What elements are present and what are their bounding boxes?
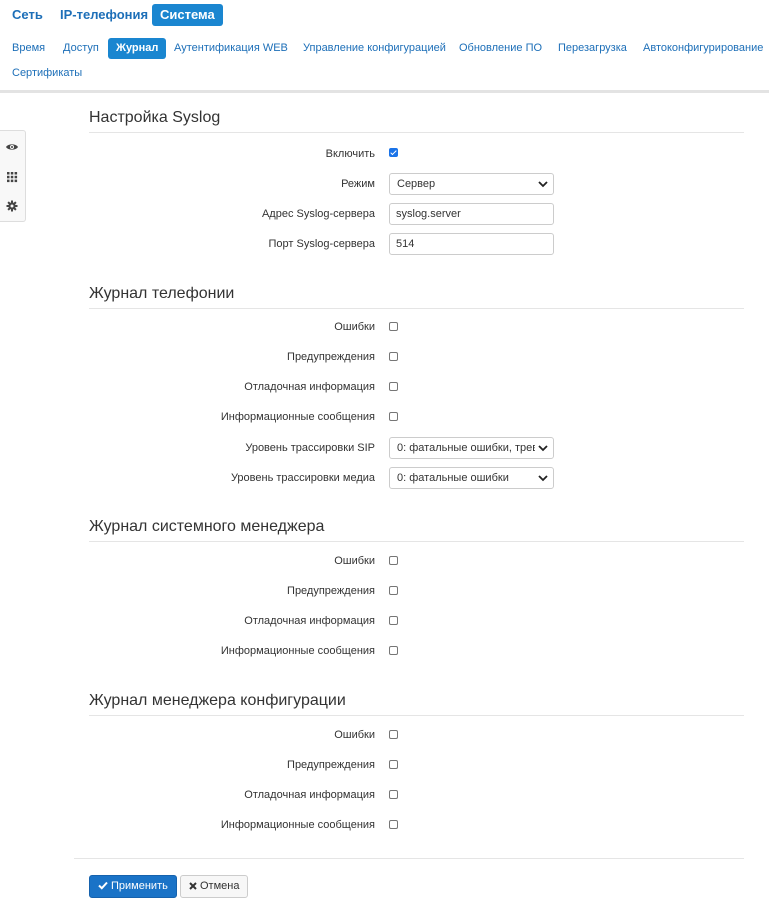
sysmgr-errors-label: Ошибки (334, 555, 375, 567)
cfgmgr-errors-label: Ошибки (334, 729, 375, 741)
sub-nav-item-certificates[interactable]: Сертификаты (4, 63, 90, 84)
syslog-address-label: Адрес Syslog-сервера (261, 208, 375, 220)
apply-button-label: Применить (111, 880, 168, 892)
close-icon (189, 882, 197, 890)
cfgmgr-info-label: Информационные сообщения (220, 819, 375, 831)
sub-nav-item-web-auth[interactable]: Аутентификация WEB (166, 38, 296, 59)
mode-select[interactable]: Сервер (389, 173, 554, 195)
media-trace-label: Уровень трассировки медиа (230, 472, 375, 484)
chevron-down-icon (538, 475, 548, 482)
sub-nav-item-access[interactable]: Доступ (55, 38, 107, 59)
media-trace-select[interactable]: 0: фатальные ошибки (389, 467, 554, 489)
syslog-port-label: Порт Syslog-сервера (268, 238, 375, 250)
telephony-debug-checkbox[interactable] (389, 382, 398, 391)
cancel-button[interactable]: Отмена (180, 875, 248, 898)
telephony-info-label: Информационные сообщения (220, 411, 375, 423)
sub-nav-item-log[interactable]: Журнал (108, 38, 167, 59)
chevron-down-icon (538, 445, 548, 452)
cfgmgr-debug-label: Отладочная информация (244, 789, 375, 801)
check-icon (98, 881, 108, 890)
telephony-warnings-checkbox[interactable] (389, 352, 398, 361)
syslog-port-input[interactable]: 514 (389, 233, 554, 255)
chevron-down-icon (538, 181, 548, 188)
sip-trace-select-value: 0: фатальные ошибки, тревоги (397, 442, 535, 454)
cfgmgr-info-checkbox[interactable] (389, 820, 398, 829)
sub-nav-item-autoprovisioning[interactable]: Автоконфигурирование (635, 38, 769, 59)
section-title-syslog: Настройка Syslog (89, 107, 744, 133)
cancel-button-label: Отмена (200, 880, 240, 892)
syslog-address-input[interactable]: syslog.server (389, 203, 554, 225)
telephony-errors-label: Ошибки (334, 321, 375, 333)
telephony-errors-checkbox[interactable] (389, 322, 398, 331)
media-trace-select-value: 0: фатальные ошибки (397, 472, 509, 484)
eye-icon[interactable] (5, 140, 19, 154)
sysmgr-info-label: Информационные сообщения (220, 645, 375, 657)
header-divider (0, 90, 769, 93)
mode-label: Режим (341, 178, 375, 190)
sysmgr-warnings-checkbox[interactable] (389, 586, 398, 595)
sysmgr-debug-checkbox[interactable] (389, 616, 398, 625)
top-nav-item-network[interactable]: Сеть (4, 4, 51, 26)
telephony-debug-label: Отладочная информация (244, 381, 375, 393)
sip-trace-label: Уровень трассировки SIP (245, 442, 375, 454)
sysmgr-warnings-label: Предупреждения (287, 585, 375, 597)
sysmgr-info-checkbox[interactable] (389, 646, 398, 655)
sub-nav-item-firmware-update[interactable]: Обновление ПО (451, 38, 550, 59)
telephony-info-checkbox[interactable] (389, 412, 398, 421)
mode-select-value: Сервер (397, 178, 436, 190)
sysmgr-errors-checkbox[interactable] (389, 556, 398, 565)
sip-trace-select[interactable]: 0: фатальные ошибки, тревоги (389, 437, 554, 459)
cfgmgr-warnings-label: Предупреждения (287, 759, 375, 771)
footer-divider (74, 858, 744, 859)
cfgmgr-warnings-checkbox[interactable] (389, 760, 398, 769)
top-nav: Сеть IP-телефония Система (0, 4, 769, 26)
section-title-config-manager-log: Журнал менеджера конфигурации (89, 690, 744, 716)
sysmgr-debug-label: Отладочная информация (244, 615, 375, 627)
section-title-system-manager-log: Журнал системного менеджера (89, 516, 744, 542)
top-nav-item-system[interactable]: Система (152, 4, 223, 26)
apply-button[interactable]: Применить (89, 875, 177, 898)
cfgmgr-debug-checkbox[interactable] (389, 790, 398, 799)
grid-icon[interactable] (5, 169, 19, 183)
side-toolbar (0, 130, 26, 222)
sub-nav: Время Доступ Журнал Аутентификация WEB У… (0, 37, 769, 87)
top-nav-item-ip-telephony[interactable]: IP-телефония (52, 4, 156, 26)
cfgmgr-errors-checkbox[interactable] (389, 730, 398, 739)
sub-nav-item-time[interactable]: Время (4, 38, 53, 59)
sub-nav-item-reboot[interactable]: Перезагрузка (550, 38, 635, 59)
sub-nav-item-config-management[interactable]: Управление конфигурацией (295, 38, 454, 59)
telephony-warnings-label: Предупреждения (287, 351, 375, 363)
enable-checkbox[interactable] (389, 148, 398, 157)
section-title-telephony-log: Журнал телефонии (89, 283, 744, 309)
gear-icon[interactable] (5, 199, 19, 213)
enable-label: Включить (325, 148, 375, 160)
